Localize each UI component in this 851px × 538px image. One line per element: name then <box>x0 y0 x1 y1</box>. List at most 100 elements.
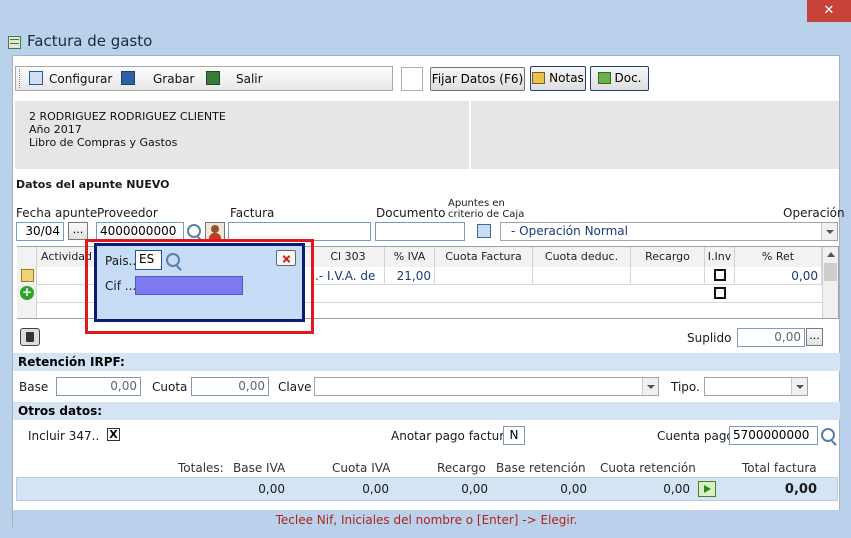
grid-cell-cl303[interactable]: .- I.V.A. de <box>312 267 385 285</box>
grid-header-cuota-deduc: Cuota deduc. <box>533 247 631 267</box>
fecha-label: Fecha apunte <box>16 206 98 220</box>
total-base-retencion: 0,00 <box>560 482 587 496</box>
recargo-header: Recargo <box>437 461 486 475</box>
scroll-up-icon[interactable] <box>827 252 835 257</box>
fecha-picker-button[interactable]: ... <box>68 222 88 240</box>
irpf-cuota-input[interactable]: 0,00 <box>191 377 269 396</box>
document-tree-icon <box>597 72 611 84</box>
popup-pais-search-icon[interactable] <box>166 253 180 267</box>
add-row-icon[interactable]: + <box>20 286 34 300</box>
operacion-select[interactable]: - Operación Normal <box>500 222 838 241</box>
suplido-label: Suplido <box>687 331 732 345</box>
scroll-thumb[interactable] <box>824 263 837 281</box>
apunte-section-title: Datos del apunte NUEVO <box>16 178 170 191</box>
grid-header-recargo: Recargo <box>631 247 705 267</box>
irpf-base-input[interactable]: 0,00 <box>56 377 141 396</box>
configurar-label: Configurar <box>49 72 113 86</box>
book-line: Libro de Compras y Gastos <box>29 136 178 149</box>
grid-scrollbar[interactable] <box>822 247 838 318</box>
popup-close-icon[interactable] <box>276 250 296 266</box>
grabar-button[interactable]: Grabar <box>121 70 195 88</box>
total-cuota-iva: 0,00 <box>362 482 389 496</box>
notas-label: Notas <box>549 71 584 85</box>
factura-label: Factura <box>230 206 275 220</box>
totales-label: Totales: <box>178 461 224 475</box>
salir-button[interactable]: Salir <box>206 70 263 88</box>
base-retencion-header: Base retención <box>496 461 586 475</box>
popup-cif-input[interactable] <box>135 276 243 295</box>
grid-header-ret: % Ret <box>735 247 822 267</box>
grid-header-iva: % IVA <box>385 247 435 267</box>
irpf-section-title: Retención IRPF: <box>13 353 840 371</box>
popup-cif-label: Cif ... <box>105 279 137 293</box>
status-bar: Teclee Nif, Iniciales del nombre o [Ente… <box>13 510 840 530</box>
chevron-down-icon[interactable] <box>642 378 658 395</box>
window-close-button[interactable]: ✕ <box>807 0 851 22</box>
save-disk-icon <box>121 71 135 85</box>
irpf-clave-select[interactable] <box>314 377 659 396</box>
grid-cell-iva[interactable]: 21,00 <box>385 267 435 285</box>
window-title: Factura de gasto <box>27 32 153 50</box>
exit-door-icon <box>206 71 220 85</box>
delete-line-icon[interactable] <box>20 328 40 346</box>
chevron-down-icon[interactable] <box>791 378 807 395</box>
caja-checkbox[interactable] <box>477 224 491 238</box>
incluir-347-label: Incluir 347.. <box>28 429 100 443</box>
incluir-347-checkbox[interactable]: X <box>107 428 120 441</box>
suplido-more-button[interactable]: ... <box>806 328 823 346</box>
cuenta-pago-label: Cuenta pago <box>657 429 734 443</box>
window-app-icon <box>8 36 21 49</box>
grid-cell-recargo[interactable] <box>631 267 705 285</box>
edit-row-icon[interactable] <box>21 269 34 282</box>
grid-header-iinv: I.Inv <box>705 247 735 267</box>
go-arrow-icon[interactable] <box>698 481 716 497</box>
cuota-retencion-header: Cuota retención <box>600 461 696 475</box>
iinv-checkbox-row1[interactable] <box>714 269 726 281</box>
anotar-pago-label: Anotar pago factura <box>391 429 512 443</box>
base-iva-header: Base IVA <box>233 461 286 475</box>
total-recargo: 0,00 <box>461 482 488 496</box>
total-cuota-retencion: 0,00 <box>663 482 690 496</box>
documento-label: Documento <box>376 206 446 220</box>
configurar-button[interactable]: Configurar <box>29 70 112 88</box>
fijar-datos-checkbox[interactable] <box>401 67 423 91</box>
doc-button[interactable]: Doc. <box>590 66 649 91</box>
company-name-line: 2 RODRIGUEZ RODRIGUEZ CLIENTE <box>29 110 226 123</box>
fecha-input[interactable]: 30/04 <box>16 222 64 241</box>
grid-row-selector-column <box>17 247 37 318</box>
caja-label: Apuntes en criterio de Caja <box>448 198 524 220</box>
proveedor-search-icon[interactable] <box>187 224 201 238</box>
cuenta-pago-input[interactable]: 5700000000 <box>729 426 818 445</box>
grid-cell-cuota-deduc[interactable] <box>533 267 631 285</box>
iinv-checkbox-row2[interactable] <box>714 287 726 299</box>
salir-label: Salir <box>236 72 263 86</box>
popup-pais-input[interactable]: ES <box>135 250 162 270</box>
irpf-clave-label: Clave <box>278 380 312 394</box>
irpf-base-label: Base <box>19 380 49 394</box>
grid-header-cl303: Cl 303 <box>312 247 385 267</box>
operacion-label: Operación <box>783 206 845 220</box>
grid-cell-cuota-factura[interactable] <box>435 267 533 285</box>
total-factura-header: Total factura <box>742 461 817 475</box>
operacion-selected-value: - Operación Normal <box>511 224 628 238</box>
year-line: Año 2017 <box>29 123 82 136</box>
total-base-iva: 0,00 <box>258 482 285 496</box>
secondary-info-panel <box>471 101 839 169</box>
suplido-input[interactable]: 0,00 <box>737 328 805 347</box>
caja-label-line1: Apuntes en <box>448 198 505 209</box>
grid-cell-ret[interactable]: 0,00 <box>735 267 822 285</box>
grid-cell-iinv[interactable] <box>705 267 735 285</box>
fijar-datos-button[interactable]: Fijar Datos (F6) <box>430 67 525 91</box>
caja-label-line2: criterio de Caja <box>448 209 525 220</box>
chevron-down-icon[interactable] <box>821 223 837 240</box>
toolbar-grip[interactable] <box>19 69 22 88</box>
anotar-pago-input[interactable]: N <box>503 426 525 445</box>
notas-button[interactable]: Notas <box>530 66 586 91</box>
grid-header-cuota-factura: Cuota Factura <box>435 247 533 267</box>
cuenta-pago-search-icon[interactable] <box>821 428 835 442</box>
otros-section-title: Otros datos: <box>13 402 840 420</box>
configure-icon <box>29 71 43 85</box>
irpf-tipo-select[interactable] <box>704 377 808 396</box>
documento-input[interactable] <box>375 222 465 241</box>
proveedor-label: Proveedor <box>97 206 158 220</box>
